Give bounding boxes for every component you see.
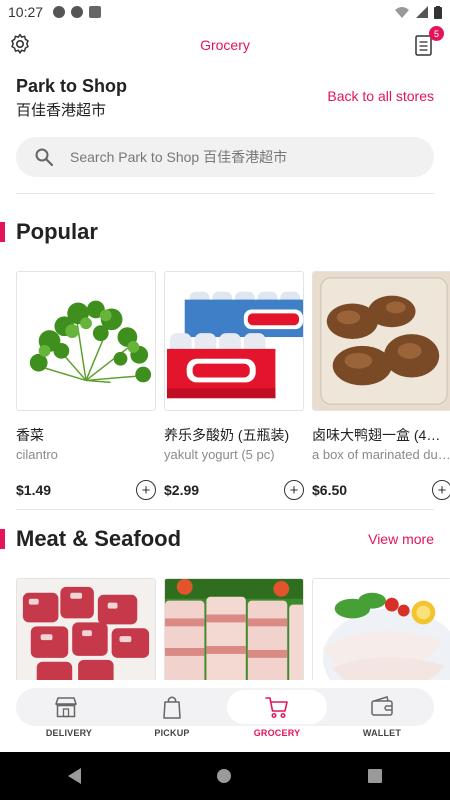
nav-label-grocery[interactable]: GROCERY xyxy=(227,728,327,738)
system-navigation-bar xyxy=(0,752,450,800)
product-card[interactable]: 卤味大鸭翅一盒 (4只装) a box of marinated duck wi… xyxy=(312,271,450,500)
storefront-icon xyxy=(55,697,77,718)
wifi-notification-icon xyxy=(53,6,66,18)
add-to-cart-button[interactable]: + xyxy=(284,480,304,500)
back-icon[interactable] xyxy=(68,768,82,784)
back-to-stores-link[interactable]: Back to all stores xyxy=(327,88,434,104)
popular-section-header: Popular xyxy=(0,217,450,247)
product-name: 香菜 xyxy=(16,427,44,443)
product-price: $1.49 xyxy=(16,482,52,498)
nav-pickup[interactable] xyxy=(122,688,222,726)
wifi-icon xyxy=(395,7,409,18)
nav-label-pickup[interactable]: PICKUP xyxy=(122,728,222,738)
section-title: Popular xyxy=(16,219,98,244)
signal-icon xyxy=(416,6,428,18)
nav-label-delivery[interactable]: DELIVERY xyxy=(19,728,119,738)
recents-icon[interactable] xyxy=(367,769,382,783)
product-card[interactable] xyxy=(312,578,450,680)
product-image-pork-belly[interactable] xyxy=(164,578,304,680)
product-card[interactable] xyxy=(16,578,156,680)
product-image-pork-cubes[interactable] xyxy=(16,578,156,680)
cart-count-badge: 5 xyxy=(429,26,444,41)
nav-delivery[interactable] xyxy=(16,688,116,726)
product-subtitle: cilantro xyxy=(16,447,58,462)
section-accent-bar xyxy=(0,529,5,549)
search-icon xyxy=(35,148,54,167)
product-card[interactable]: 香菜 cilantro $1.49 + xyxy=(16,271,156,500)
home-icon[interactable] xyxy=(217,769,232,783)
battery-icon xyxy=(434,5,442,19)
product-name: 卤味大鸭翅一盒 (4只装) xyxy=(312,427,450,443)
product-image-cilantro[interactable] xyxy=(16,271,156,411)
bottom-navigation xyxy=(16,688,434,726)
nav-label-wallet[interactable]: WALLET xyxy=(332,728,432,738)
gear-icon[interactable] xyxy=(8,32,32,56)
product-image-yakult[interactable] xyxy=(164,271,304,411)
section-accent-bar xyxy=(0,222,5,242)
divider xyxy=(16,509,434,510)
product-price: $6.50 xyxy=(312,482,348,498)
status-time: 10:27 xyxy=(8,4,44,20)
top-app-bar: Grocery 5 xyxy=(0,26,450,64)
product-image-duck-wings[interactable] xyxy=(312,271,450,411)
product-price: $2.99 xyxy=(164,482,200,498)
view-more-link[interactable]: View more xyxy=(368,531,434,547)
product-subtitle: a box of marinated duck wings xyxy=(312,447,450,462)
cart-icon xyxy=(265,697,288,719)
section-title: Meat & Seafood xyxy=(16,526,182,551)
bag-icon xyxy=(163,696,181,719)
search-input[interactable]: Search Park to Shop 百佳香港超市 xyxy=(16,137,434,177)
nav-wallet[interactable] xyxy=(332,688,432,726)
divider xyxy=(16,193,434,194)
page-title: Grocery xyxy=(200,37,250,53)
product-subtitle: yakult yogurt (5 pc) xyxy=(164,447,275,462)
product-image-fish-fillet[interactable] xyxy=(312,578,450,680)
store-header: Park to Shop 百佳香港超市 Back to all stores xyxy=(16,76,434,120)
nav-grocery[interactable] xyxy=(227,688,327,726)
search-placeholder: Search Park to Shop 百佳香港超市 xyxy=(70,149,288,165)
product-card[interactable]: 养乐多酸奶 (五瓶装) yakult yogurt (5 pc) $2.99 + xyxy=(164,271,304,500)
status-bar: 10:27 xyxy=(0,0,450,24)
product-card[interactable] xyxy=(164,578,304,680)
meat-seafood-section-header: Meat & Seafood View more xyxy=(0,524,450,554)
sd-card-icon xyxy=(89,6,102,18)
app-notification-icon xyxy=(71,6,84,18)
add-to-cart-button[interactable]: + xyxy=(432,480,450,500)
add-to-cart-button[interactable]: + xyxy=(136,480,156,500)
product-name: 养乐多酸奶 (五瓶装) xyxy=(164,427,290,443)
wallet-icon xyxy=(371,696,393,716)
